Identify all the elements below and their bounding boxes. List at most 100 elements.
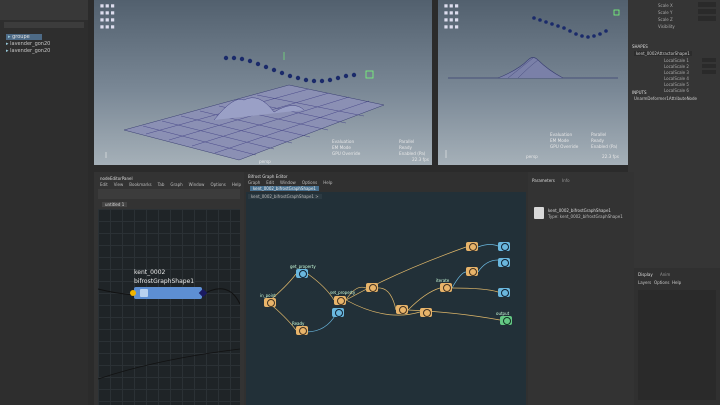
layer-list [638, 290, 716, 400]
shape-name[interactable]: kent_0002AttractorShape1 [634, 51, 692, 56]
graph-node[interactable] [264, 298, 276, 307]
menu-layers[interactable]: Layers [638, 280, 651, 285]
menu-graph[interactable]: Graph [170, 182, 182, 187]
node-title-line1: kent_0002 [134, 269, 166, 276]
bifrost-node-icon [140, 289, 148, 297]
node-icon [369, 284, 377, 292]
tab-info[interactable]: Info [562, 178, 570, 183]
node-label: Ready [292, 321, 305, 326]
node-icon [335, 309, 343, 317]
graph-wires [267, 244, 501, 333]
graph-node[interactable] [366, 283, 378, 292]
node-icon [501, 289, 509, 297]
tab-anim[interactable]: Anim [660, 272, 670, 277]
node-label: in_point [260, 293, 276, 298]
node-icon [469, 268, 477, 276]
node-editor-toolbar [98, 189, 240, 199]
viewport-persp-left[interactable]: ■ ■ ■ ■ ■ ■ ■ ■ ■ ■ ■ ■ Evaluation EM Mode … [94, 0, 432, 165]
bifrost-tab[interactable]: kent_0002_bifrostGraphShape1 [250, 186, 319, 191]
outliner-panel: ▸ groupe ▸ lavender_gon20 ▸ lavender_gon… [0, 0, 88, 405]
param-line2: Type: kent_0002_bifrostGraphShape1 [548, 214, 623, 219]
inputs-header: INPUTS [632, 90, 647, 95]
menu-help[interactable]: Help [672, 280, 681, 285]
fps-readout: 22.3 fps [602, 154, 619, 159]
graph-node[interactable] [296, 326, 308, 335]
menu-help[interactable]: Help [232, 182, 241, 187]
value-field[interactable] [702, 64, 716, 68]
attribute-editor: Scale X Scale Y Scale Z Visibility SHAPE… [628, 0, 720, 270]
node-icon [299, 270, 307, 278]
value-field[interactable] [702, 70, 716, 74]
outliner-item[interactable]: ▸ lavender_gon20 [6, 48, 50, 54]
menu-window[interactable]: Window [280, 180, 296, 185]
graph-node[interactable] [420, 308, 432, 317]
menu-bookmarks[interactable]: Bookmarks [129, 182, 151, 187]
outliner-scroll [4, 22, 84, 28]
graph-node[interactable] [466, 267, 478, 276]
bifrost-graph-node[interactable] [134, 287, 202, 299]
local-scale-fields: LocalScale 1 LocalScale 2 LocalScale 3 L… [664, 58, 689, 93]
value-field[interactable] [698, 16, 716, 21]
node-editor-panel: nodeEditorPanel Edit View Bookmarks Tab Grap… [94, 172, 244, 405]
graph-node[interactable] [332, 308, 344, 317]
node-icon [501, 259, 509, 267]
graph-node[interactable] [296, 269, 308, 278]
input-name[interactable]: UnarmDeformer1AttributeNode [634, 96, 697, 101]
camera-label: persp [526, 154, 538, 159]
menu-edit[interactable]: Edit [266, 180, 274, 185]
input-port[interactable] [130, 290, 136, 296]
scene-geometry [105, 52, 385, 161]
menu-options[interactable]: Options [302, 180, 317, 185]
menu-window[interactable]: Window [189, 182, 205, 187]
graph-node[interactable] [396, 305, 408, 314]
viewport-persp-right[interactable]: ■ ■ ■ ■ ■ ■ ■ ■ ■ ■ ■ ■ Evaluation EM Mode … [438, 0, 628, 165]
outliner-item[interactable]: ▸ groupe [6, 34, 42, 40]
menu-edit[interactable]: Edit [100, 182, 108, 187]
node-icon [503, 317, 511, 325]
bifrost-menu: Graph Edit Window Options Help [248, 180, 338, 185]
node-label: iterate [436, 278, 450, 283]
tab-parameters[interactable]: Parameters [532, 178, 555, 183]
node-type-icon [534, 207, 544, 219]
menu-view[interactable]: View [114, 182, 124, 187]
hud-labels: Evaluation EM Mode GPU Override [550, 132, 579, 149]
hud-values: Parallel Ready Enabled (Pa) [399, 139, 426, 156]
shapes-header: SHAPES [632, 44, 648, 49]
graph-node[interactable] [498, 258, 510, 267]
top-fields: Scale X Scale Y Scale Z Visibility [658, 3, 675, 29]
menu-tab[interactable]: Tab [158, 182, 165, 187]
bifrost-canvas[interactable]: kent_0002_bifrostGraphShape1 > get_prope… [246, 192, 526, 405]
tab-untitled[interactable]: untitled 1 [102, 202, 128, 207]
outliner-header [0, 0, 88, 20]
graph-node[interactable] [498, 242, 510, 251]
display-layer-panel: Display Anim Layers Options Help [634, 268, 720, 405]
graph-node[interactable] [440, 283, 452, 292]
menu-options[interactable]: Options [654, 280, 669, 285]
node-icon [501, 243, 509, 251]
node-label: set_property [330, 290, 356, 295]
value-field[interactable] [698, 9, 716, 14]
node-icon [267, 299, 275, 307]
node-label: get_property [290, 264, 316, 269]
node-editor-canvas[interactable]: kent_0002 bifrostGraphShape1 [98, 209, 240, 405]
graph-node[interactable] [334, 296, 346, 305]
graph-node-output[interactable] [500, 316, 512, 325]
node-icon [443, 284, 451, 292]
outliner-item[interactable]: ▸ lavender_gon20 [6, 41, 50, 47]
hud-labels: Evaluation EM Mode GPU Override [332, 139, 361, 156]
node-icon [423, 309, 431, 317]
bifrost-graph-editor: Bifrost Graph Editor Graph Edit Window Opti… [244, 172, 528, 405]
menu-options[interactable]: Options [210, 182, 225, 187]
menu-graph[interactable]: Graph [248, 180, 260, 185]
value-field[interactable] [698, 2, 716, 7]
graph-node[interactable] [498, 288, 510, 297]
hud-values: Parallel Ready Enabled (Pa) [591, 132, 618, 149]
camera-label: persp [259, 159, 271, 164]
param-line1: kent_0002_bifrostGraphShape1 [548, 208, 611, 213]
tab-display[interactable]: Display [638, 272, 653, 277]
graph-node[interactable] [466, 242, 478, 251]
value-field[interactable] [702, 58, 716, 62]
fps-readout: 22.3 fps [412, 157, 429, 162]
node-label: output [496, 311, 510, 316]
menu-help[interactable]: Help [323, 180, 332, 185]
